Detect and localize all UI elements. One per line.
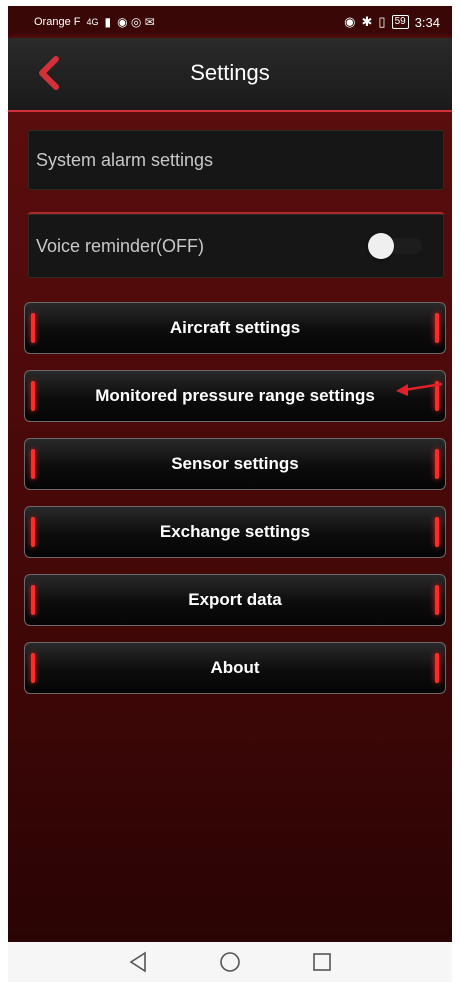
button-glow-right — [435, 517, 439, 547]
signal-icon: ▮ — [104, 15, 112, 29]
aircraft-settings-button[interactable]: Aircraft settings — [24, 302, 446, 354]
triangle-back-icon[interactable] — [125, 949, 151, 975]
export-data-button[interactable]: Export data — [24, 574, 446, 626]
voice-reminder-label: Voice reminder(OFF) — [36, 235, 205, 256]
annotation-arrow-icon — [396, 382, 443, 396]
button-glow-left — [31, 585, 35, 615]
aircraft-settings-label: Aircraft settings — [169, 318, 301, 337]
clock: 3:34 — [414, 14, 440, 30]
status-bar: Orange F 4G ▮ ◉ ◎ ✉ ◉ ✱ ▯ 59 3:34 — [8, 6, 452, 38]
button-glow-left — [31, 449, 35, 479]
about-button[interactable]: About — [24, 642, 446, 694]
button-glow-left — [31, 517, 35, 547]
pressure-range-settings-label: Monitored pressure range settings — [95, 386, 375, 405]
system-alarm-label: System alarm settings — [36, 149, 214, 170]
exchange-settings-button[interactable]: Exchange settings — [24, 506, 446, 558]
exchange-settings-label: Exchange settings — [159, 522, 311, 541]
button-glow-right — [435, 313, 439, 343]
sensor-settings-button[interactable]: Sensor settings — [24, 438, 446, 490]
system-nav-bar — [8, 942, 452, 982]
export-data-label: Export data — [188, 590, 282, 609]
button-glow-right — [435, 585, 439, 615]
system-alarm-settings[interactable]: System alarm settings — [28, 130, 444, 190]
settings-content: System alarm settings Voice reminder(OFF… — [8, 112, 452, 942]
button-glow-left — [31, 653, 35, 683]
battery-level: 59 — [391, 15, 409, 29]
button-glow-left — [31, 313, 35, 343]
button-glow-right — [435, 653, 439, 683]
sensor-settings-label: Sensor settings — [171, 454, 299, 473]
title-bar: Settings — [8, 38, 452, 112]
circle-home-icon[interactable] — [217, 949, 243, 975]
toggle-knob — [368, 233, 394, 259]
square-recents-icon[interactable] — [309, 949, 335, 975]
bluetooth-icon: ✱ — [361, 14, 373, 29]
page-title: Settings — [190, 60, 270, 85]
network-type: 4G — [86, 17, 99, 27]
button-glow-left — [31, 381, 35, 411]
phone-screen: Orange F 4G ▮ ◉ ◎ ✉ ◉ ✱ ▯ 59 3:34 Settin… — [8, 6, 452, 982]
voice-reminder-toggle[interactable] — [368, 232, 424, 260]
vibrate-icon: ▯ — [378, 14, 386, 29]
eye-icon: ◉ — [344, 14, 356, 29]
notification-icons: ◉ ◎ ✉ — [117, 15, 155, 29]
button-glow-right — [435, 449, 439, 479]
pressure-range-settings-button[interactable]: Monitored pressure range settings — [24, 370, 446, 422]
carrier-name: Orange F — [34, 16, 81, 28]
about-label: About — [210, 658, 260, 677]
voice-reminder-row: Voice reminder(OFF) — [28, 212, 444, 278]
